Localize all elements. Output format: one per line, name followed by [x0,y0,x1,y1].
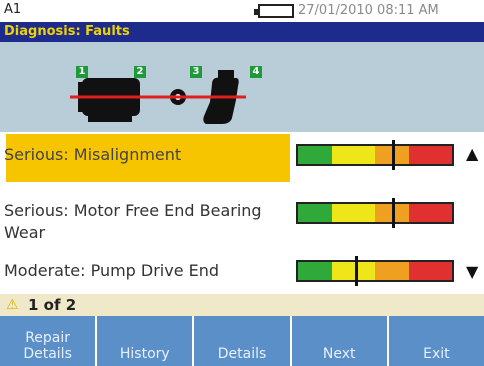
point-tag-4: 4 [250,66,262,78]
page-title: Diagnosis: Faults [4,24,130,39]
coupling-icon [160,89,200,105]
scroll-down-icon[interactable]: ▼ [466,262,478,281]
point-tag-2: 2 [134,66,146,78]
screen-title-bar: Diagnosis: Faults [0,22,484,42]
scroll-up-icon[interactable]: ▲ [466,144,478,163]
severity-needle [391,198,395,228]
fault-item-bearing-wear[interactable]: Serious: Motor Free End Bearing Wear [0,192,484,248]
fault-label: Moderate: Pump Drive End [4,261,220,280]
softkey-bar: Repair Details History Details Next Exit [0,316,484,366]
severity-meter [296,198,454,228]
point-tag-3: 3 [190,66,202,78]
details-button[interactable]: Details [194,316,292,366]
severity-needle [355,256,359,286]
exit-button[interactable]: Exit [388,316,484,366]
severity-meter [296,140,454,170]
fault-item-pump-drive-end[interactable]: Moderate: Pump Drive End ▼ [0,250,484,294]
motor-icon [70,78,160,122]
severity-needle [391,140,395,170]
machine-train-diagram: 1 2 3 4 [0,42,484,132]
pump-icon [200,70,246,124]
battery-icon [254,4,294,18]
fault-list: Serious: Misalignment ▲ Serious: Motor F… [0,132,484,294]
device-id: A1 [4,2,22,17]
next-button[interactable]: Next [291,316,389,366]
repair-details-button[interactable]: Repair Details [0,316,98,366]
fault-count: 1 of 2 [28,296,77,314]
fault-count-bar: ⚠ 1 of 2 [0,294,484,316]
severity-meter [296,256,454,286]
point-tag-1: 1 [76,66,88,78]
fault-label: Serious: Motor Free End Bearing Wear [4,201,262,242]
top-status-bar: A1 27/01/2010 08:11 AM [0,0,484,22]
history-button[interactable]: History [97,316,195,366]
datetime: 27/01/2010 08:11 AM [298,3,439,18]
fault-label: Serious: Misalignment [4,145,182,164]
warning-icon: ⚠ [6,297,19,313]
fault-item-misalignment[interactable]: Serious: Misalignment ▲ [0,132,484,190]
machine-train-drawing [70,70,246,124]
